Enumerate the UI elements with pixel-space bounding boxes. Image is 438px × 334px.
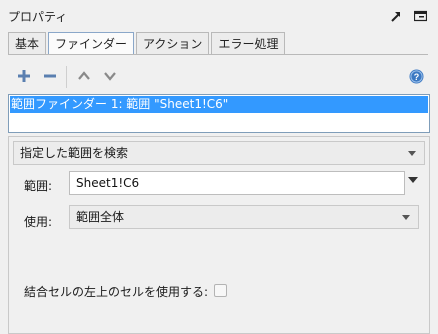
tab-finder[interactable]: ファインダー bbox=[48, 32, 135, 55]
finder-list-item[interactable]: 範囲ファインダー 1: 範囲 "Sheet1!C6" bbox=[10, 96, 428, 113]
use-select[interactable]: 範囲全体 bbox=[69, 205, 419, 229]
panel-title: プロパティ bbox=[8, 10, 68, 24]
tab-action[interactable]: アクション bbox=[136, 32, 210, 55]
chevron-down-icon bbox=[408, 151, 416, 156]
tab-divider bbox=[8, 54, 428, 55]
panel-menu-icon[interactable] bbox=[413, 9, 427, 23]
finder-properties-panel: 指定した範囲を検索 範囲: Sheet1!C6 使用: 範囲全体 結合セルの左上… bbox=[8, 136, 430, 334]
help-icon[interactable]: ? bbox=[406, 66, 426, 86]
finder-list: 範囲ファインダー 1: 範囲 "Sheet1!C6" bbox=[8, 94, 430, 133]
merged-cell-checkbox[interactable] bbox=[214, 284, 227, 297]
finder-toolbar: ? bbox=[8, 62, 430, 92]
pin-arrow-icon[interactable] bbox=[389, 9, 403, 23]
remove-icon[interactable] bbox=[40, 66, 60, 86]
range-dropdown-icon[interactable] bbox=[408, 177, 418, 183]
move-up-icon[interactable] bbox=[74, 66, 94, 86]
use-label: 使用: bbox=[24, 215, 53, 229]
range-label: 範囲: bbox=[24, 179, 53, 193]
tab-basic[interactable]: 基本 bbox=[8, 32, 47, 55]
search-mode-value: 指定した範囲を検索 bbox=[20, 146, 129, 160]
use-select-value: 範囲全体 bbox=[76, 210, 125, 224]
move-down-icon[interactable] bbox=[100, 66, 120, 86]
chevron-down-icon bbox=[402, 215, 410, 220]
svg-text:?: ? bbox=[413, 72, 419, 82]
range-input[interactable]: Sheet1!C6 bbox=[69, 171, 405, 195]
add-icon[interactable] bbox=[14, 66, 34, 86]
tab-bar: 基本 ファインダー アクション エラー処理 bbox=[8, 32, 287, 55]
merged-cell-label: 結合セルの左上のセルを使用する: bbox=[24, 285, 209, 299]
tab-error-handling[interactable]: エラー処理 bbox=[211, 32, 286, 55]
toolbar-separator bbox=[66, 66, 67, 88]
search-mode-select[interactable]: 指定した範囲を検索 bbox=[13, 141, 425, 165]
